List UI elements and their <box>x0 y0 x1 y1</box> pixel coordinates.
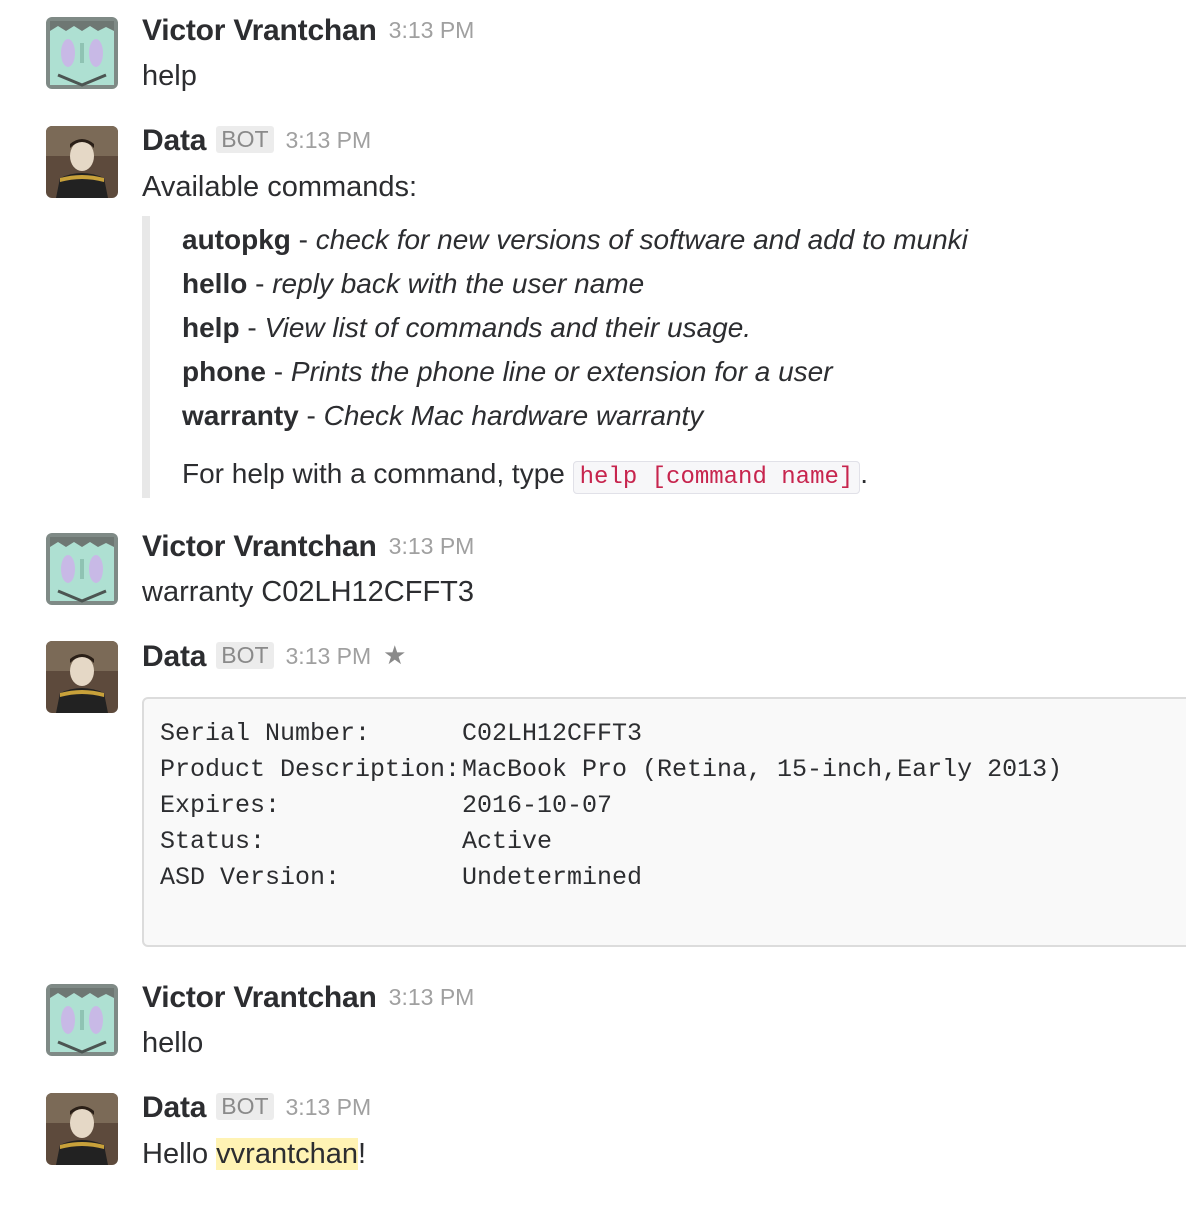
command-item-help: help - View list of commands and their u… <box>182 312 751 344</box>
message-header: Victor Vrantchan 3:13 PM <box>142 981 474 1015</box>
command-description: View list of commands and their usage. <box>264 312 752 343</box>
sender-name[interactable]: Data <box>142 640 206 673</box>
sender-name[interactable]: Victor Vrantchan <box>142 14 377 47</box>
sender-name[interactable]: Victor Vrantchan <box>142 530 377 563</box>
robot-face-icon <box>46 533 118 605</box>
command-separator: - <box>239 312 265 343</box>
avatar-data[interactable] <box>46 641 118 713</box>
message-text: warranty C02LH12CFFT3 <box>142 576 474 608</box>
bot-avatar-icon <box>46 126 118 198</box>
warranty-row: Status: Active <box>160 827 552 856</box>
message-header: Victor Vrantchan 3:13 PM <box>142 14 474 48</box>
robot-face-icon <box>46 17 118 89</box>
warranty-value: Undetermined <box>462 863 643 892</box>
star-icon[interactable]: ★ <box>383 640 406 670</box>
warranty-row: Serial Number: C02LH12CFFT3 <box>160 719 642 748</box>
command-separator: - <box>266 356 291 387</box>
command-item-hello: hello - reply back with the user name <box>182 268 644 300</box>
help-footer-suffix: . <box>860 458 869 489</box>
command-name: hello <box>182 268 248 299</box>
command-name: autopkg <box>182 224 291 255</box>
message-text: Hello vvrantchan! <box>142 1138 366 1171</box>
warranty-value: 2016-10-07 <box>462 791 613 820</box>
commands-attachment: autopkg - check for new versions of soft… <box>142 216 1150 498</box>
robot-face-icon <box>46 984 118 1056</box>
timestamp[interactable]: 3:13 PM <box>286 1094 372 1120</box>
sender-name[interactable]: Victor Vrantchan <box>142 981 377 1014</box>
command-item-autopkg: autopkg - check for new versions of soft… <box>182 224 968 256</box>
command-name: warranty <box>182 400 299 431</box>
warranty-key: ASD Version: <box>160 863 341 892</box>
timestamp[interactable]: 3:13 PM <box>389 17 475 43</box>
warranty-value: MacBook Pro (Retina, 15-inch,Early 2013) <box>462 755 1063 784</box>
warranty-key: Product Description: <box>160 755 461 784</box>
bot-avatar-icon <box>46 1093 118 1165</box>
warranty-code-block: Serial Number: C02LH12CFFT3 Product Descr… <box>142 697 1186 947</box>
command-separator: - <box>298 400 324 431</box>
command-item-phone: phone - Prints the phone line or extensi… <box>182 356 833 388</box>
message-header: Victor Vrantchan 3:13 PM <box>142 530 474 564</box>
user-mention[interactable]: vvrantchan <box>216 1138 359 1170</box>
command-name: help <box>182 312 240 343</box>
warranty-row: Expires: 2016-10-07 <box>160 791 612 820</box>
command-description: check for new versions of software and a… <box>315 224 968 255</box>
warranty-key: Serial Number: <box>160 719 371 748</box>
command-item-warranty: warranty - Check Mac hardware warranty <box>182 400 703 432</box>
timestamp[interactable]: 3:13 PM <box>389 984 475 1010</box>
bot-avatar-icon <box>46 641 118 713</box>
warranty-key: Status: <box>160 827 266 856</box>
bot-badge: BOT <box>216 1093 274 1120</box>
command-description: Check Mac hardware warranty <box>323 400 704 431</box>
avatar-victor[interactable] <box>46 533 118 605</box>
avatar-data[interactable] <box>46 1093 118 1165</box>
inline-code: help [command name] <box>572 461 861 494</box>
help-footer-prefix: For help with a command, type <box>182 458 573 489</box>
avatar-victor[interactable] <box>46 17 118 89</box>
message-header: Data BOT 3:13 PM <box>142 1091 371 1125</box>
avatar-victor[interactable] <box>46 984 118 1056</box>
message-text-prefix: Hello <box>142 1138 217 1170</box>
command-separator: - <box>290 224 316 255</box>
warranty-value: C02LH12CFFT3 <box>462 719 643 748</box>
timestamp[interactable]: 3:13 PM <box>389 533 475 559</box>
command-name: phone <box>182 356 266 387</box>
bot-badge: BOT <box>216 126 274 153</box>
avatar-data[interactable] <box>46 126 118 198</box>
warranty-row: ASD Version: Undetermined <box>160 863 642 892</box>
message-text: Available commands: <box>142 171 418 203</box>
warranty-value: Active <box>462 827 553 856</box>
message-text-suffix: ! <box>358 1138 367 1170</box>
message-header: Data BOT 3:13 PM <box>142 124 371 158</box>
warranty-row: Product Description:MacBook Pro (Retina,… <box>160 755 1062 784</box>
warranty-key: Expires: <box>160 791 281 820</box>
message-text: hello <box>142 1027 204 1059</box>
command-description: reply back with the user name <box>272 268 645 299</box>
sender-name[interactable]: Data <box>142 1091 206 1124</box>
message-header: Data BOT 3:13 PM ★ <box>142 640 406 674</box>
command-description: Prints the phone line or extension for a… <box>290 356 833 387</box>
command-separator: - <box>247 268 273 299</box>
message-text: help <box>142 60 197 92</box>
sender-name[interactable]: Data <box>142 124 206 157</box>
timestamp[interactable]: 3:13 PM <box>286 127 372 153</box>
bot-badge: BOT <box>216 642 274 669</box>
timestamp[interactable]: 3:13 PM <box>286 643 372 669</box>
help-footer: For help with a command, type help [comm… <box>182 458 869 494</box>
